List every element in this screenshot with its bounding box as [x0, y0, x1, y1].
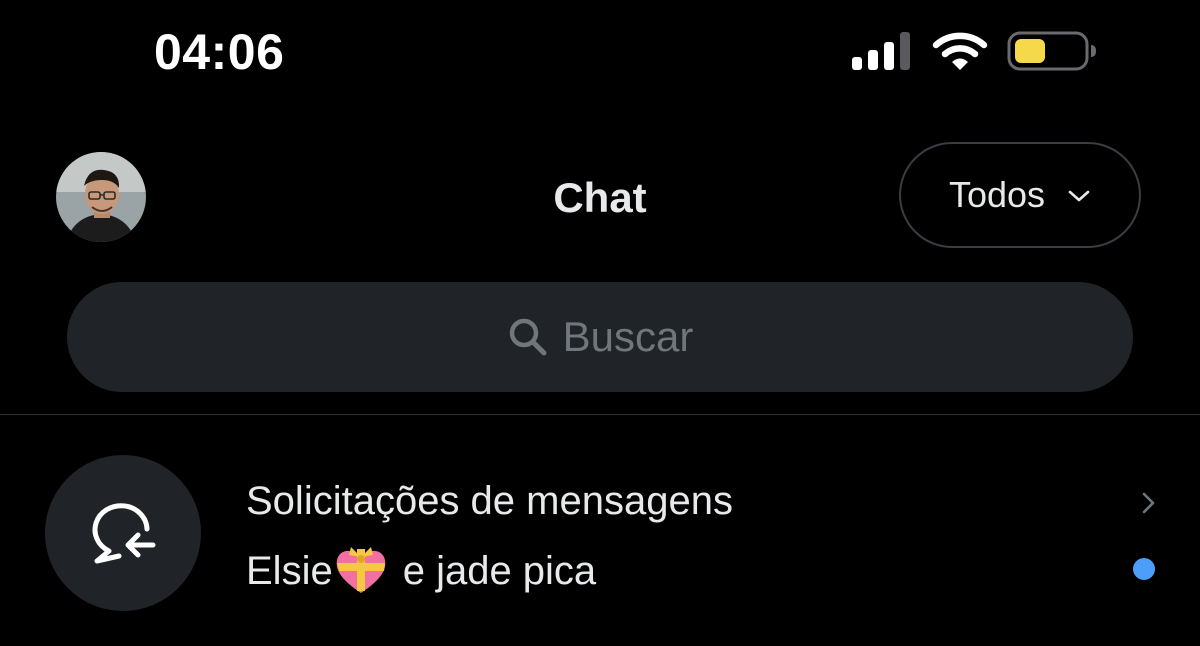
status-time: 04:06 — [154, 24, 285, 80]
avatar-image — [56, 152, 146, 242]
message-requests-subtitle: Elsie e jade pica — [246, 545, 596, 597]
requester-name: Elsie — [246, 549, 333, 593]
chevron-down-icon — [1068, 190, 1090, 202]
message-requests-row[interactable]: Solicitações de mensagens Elsie e jade p… — [0, 415, 1200, 646]
search-input[interactable]: Buscar — [67, 282, 1133, 392]
page-title: Chat — [553, 174, 647, 221]
message-requests-title: Solicitações de mensagens — [246, 479, 733, 523]
chevron-right-icon — [1142, 492, 1155, 514]
wifi-icon — [932, 32, 988, 70]
battery-icon — [1007, 31, 1096, 71]
search-placeholder: Buscar — [562, 313, 694, 360]
requester-rest: e jade pica — [402, 549, 597, 593]
status-bar: 04:06 — [0, 0, 1200, 110]
filter-dropdown[interactable]: Todos — [899, 142, 1141, 248]
search-icon — [509, 318, 547, 356]
heart-with-ribbon-icon — [336, 547, 386, 593]
message-requests-icon-container — [45, 455, 201, 611]
message-request-icon — [92, 503, 156, 564]
unread-indicator — [1133, 558, 1155, 580]
chat-header: Chat Todos — [0, 140, 1200, 252]
cellular-signal-icon — [852, 32, 910, 70]
filter-selected-label: Todos — [948, 174, 1046, 215]
user-avatar[interactable] — [56, 152, 146, 242]
